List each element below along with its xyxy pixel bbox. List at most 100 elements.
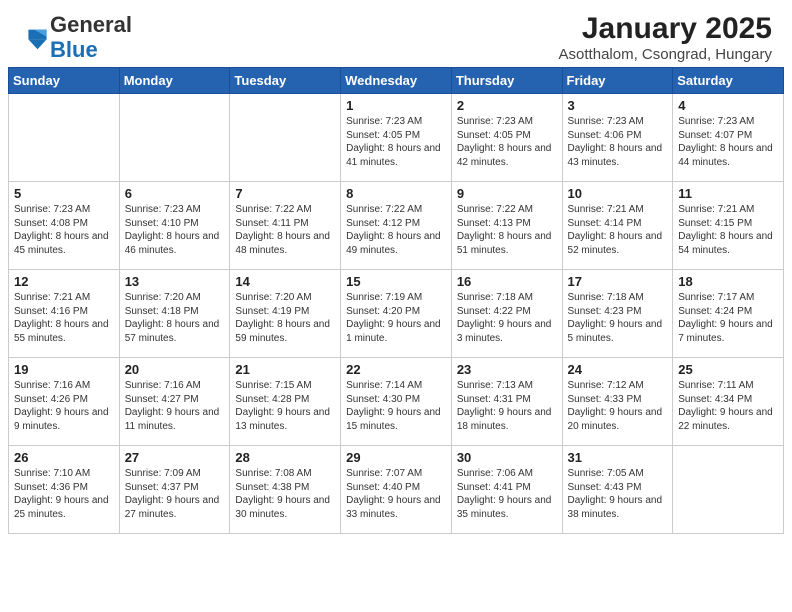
cell-info: Sunrise: 7:23 AM Sunset: 4:05 PM Dayligh… bbox=[346, 115, 446, 169]
calendar-cell: 13 Sunrise: 7:20 AM Sunset: 4:18 PM Dayli… bbox=[119, 270, 230, 358]
day-number: 7 bbox=[235, 186, 335, 201]
cell-info: Sunrise: 7:15 AM Sunset: 4:28 PM Dayligh… bbox=[235, 379, 335, 433]
cell-info: Sunrise: 7:09 AM Sunset: 4:37 PM Dayligh… bbox=[125, 467, 225, 521]
day-number: 29 bbox=[346, 450, 446, 465]
calendar-cell: 17Sunrise: 7:18 AM Sunset: 4:23 PM Dayli… bbox=[562, 270, 673, 358]
calendar-cell: 11 Sunrise: 7:21 AM Sunset: 4:15 PM Dayli… bbox=[673, 182, 784, 270]
day-number: 12 bbox=[14, 274, 114, 289]
month-title: January 2025 bbox=[559, 12, 772, 46]
calendar-cell: 24 Sunrise: 7:12 AM Sunset: 4:33 PM Dayli… bbox=[562, 358, 673, 446]
cell-info: Sunrise: 7:23 AM Sunset: 4:10 PM Dayligh… bbox=[125, 203, 225, 257]
week-row-3: 12 Sunrise: 7:21 AM Sunset: 4:16 PM Dayli… bbox=[9, 270, 784, 358]
cell-info: Sunrise: 7:11 AM Sunset: 4:34 PM Dayligh… bbox=[678, 379, 778, 433]
cell-info: Sunrise: 7:19 AM Sunset: 4:20 PM Dayligh… bbox=[346, 291, 446, 345]
week-row-5: 26Sunrise: 7:10 AM Sunset: 4:36 PM Dayli… bbox=[9, 446, 784, 534]
cell-info: Sunrise: 7:23 AM Sunset: 4:05 PM Dayligh… bbox=[457, 115, 557, 169]
calendar-cell: 20 Sunrise: 7:16 AM Sunset: 4:27 PM Dayli… bbox=[119, 358, 230, 446]
cell-info: Sunrise: 7:18 AM Sunset: 4:23 PM Dayligh… bbox=[568, 291, 668, 345]
day-number: 9 bbox=[457, 186, 557, 201]
calendar-cell: 4 Sunrise: 7:23 AM Sunset: 4:07 PM Daylig… bbox=[673, 94, 784, 182]
cell-info: Sunrise: 7:07 AM Sunset: 4:40 PM Dayligh… bbox=[346, 467, 446, 521]
day-of-week-wednesday: Wednesday bbox=[341, 68, 452, 94]
day-number: 16 bbox=[457, 274, 557, 289]
cell-info: Sunrise: 7:21 AM Sunset: 4:15 PM Dayligh… bbox=[678, 203, 778, 257]
calendar-cell: 16 Sunrise: 7:18 AM Sunset: 4:22 PM Dayli… bbox=[451, 270, 562, 358]
cell-info: Sunrise: 7:13 AM Sunset: 4:31 PM Dayligh… bbox=[457, 379, 557, 433]
day-number: 8 bbox=[346, 186, 446, 201]
day-number: 10 bbox=[568, 186, 668, 201]
location-title: Asotthalom, Csongrad, Hungary bbox=[559, 46, 772, 63]
day-number: 6 bbox=[125, 186, 225, 201]
day-number: 13 bbox=[125, 274, 225, 289]
logo-icon bbox=[20, 24, 48, 52]
calendar-cell: 14 Sunrise: 7:20 AM Sunset: 4:19 PM Dayli… bbox=[230, 270, 341, 358]
calendar-cell: 26Sunrise: 7:10 AM Sunset: 4:36 PM Dayli… bbox=[9, 446, 120, 534]
cell-info: Sunrise: 7:14 AM Sunset: 4:30 PM Dayligh… bbox=[346, 379, 446, 433]
calendar-cell: 10 Sunrise: 7:21 AM Sunset: 4:14 PM Dayli… bbox=[562, 182, 673, 270]
calendar-cell: 18 Sunrise: 7:17 AM Sunset: 4:24 PM Dayli… bbox=[673, 270, 784, 358]
calendar-cell: 25 Sunrise: 7:11 AM Sunset: 4:34 PM Dayli… bbox=[673, 358, 784, 446]
cell-info: Sunrise: 7:18 AM Sunset: 4:22 PM Dayligh… bbox=[457, 291, 557, 345]
day-of-week-tuesday: Tuesday bbox=[230, 68, 341, 94]
calendar-cell: 22 Sunrise: 7:14 AM Sunset: 4:30 PM Dayli… bbox=[341, 358, 452, 446]
calendar-cell: 23 Sunrise: 7:13 AM Sunset: 4:31 PM Dayli… bbox=[451, 358, 562, 446]
calendar-cell: 3Sunrise: 7:23 AM Sunset: 4:06 PM Daylig… bbox=[562, 94, 673, 182]
day-of-week-thursday: Thursday bbox=[451, 68, 562, 94]
day-number: 18 bbox=[678, 274, 778, 289]
cell-info: Sunrise: 7:08 AM Sunset: 4:38 PM Dayligh… bbox=[235, 467, 335, 521]
cell-info: Sunrise: 7:20 AM Sunset: 4:18 PM Dayligh… bbox=[125, 291, 225, 345]
calendar-cell: 1 Sunrise: 7:23 AM Sunset: 4:05 PM Daylig… bbox=[341, 94, 452, 182]
day-number: 30 bbox=[457, 450, 557, 465]
day-number: 31 bbox=[568, 450, 668, 465]
cell-info: Sunrise: 7:06 AM Sunset: 4:41 PM Dayligh… bbox=[457, 467, 557, 521]
week-row-2: 5 Sunrise: 7:23 AM Sunset: 4:08 PM Daylig… bbox=[9, 182, 784, 270]
cell-info: Sunrise: 7:21 AM Sunset: 4:16 PM Dayligh… bbox=[14, 291, 114, 345]
calendar-cell: 19Sunrise: 7:16 AM Sunset: 4:26 PM Dayli… bbox=[9, 358, 120, 446]
cell-info: Sunrise: 7:10 AM Sunset: 4:36 PM Dayligh… bbox=[14, 467, 114, 521]
day-number: 25 bbox=[678, 362, 778, 377]
day-number: 4 bbox=[678, 98, 778, 113]
calendar-cell: 5 Sunrise: 7:23 AM Sunset: 4:08 PM Daylig… bbox=[9, 182, 120, 270]
calendar-cell: 21 Sunrise: 7:15 AM Sunset: 4:28 PM Dayli… bbox=[230, 358, 341, 446]
cell-info: Sunrise: 7:21 AM Sunset: 4:14 PM Dayligh… bbox=[568, 203, 668, 257]
cell-info: Sunrise: 7:12 AM Sunset: 4:33 PM Dayligh… bbox=[568, 379, 668, 433]
day-of-week-sunday: Sunday bbox=[9, 68, 120, 94]
day-number: 5 bbox=[14, 186, 114, 201]
day-number: 15 bbox=[346, 274, 446, 289]
days-header-row: SundayMondayTuesdayWednesdayThursdayFrid… bbox=[9, 68, 784, 94]
calendar-cell: 31 Sunrise: 7:05 AM Sunset: 4:43 PM Dayli… bbox=[562, 446, 673, 534]
day-number: 11 bbox=[678, 186, 778, 201]
day-number: 14 bbox=[235, 274, 335, 289]
day-number: 22 bbox=[346, 362, 446, 377]
day-number: 24 bbox=[568, 362, 668, 377]
cell-info: Sunrise: 7:23 AM Sunset: 4:06 PM Dayligh… bbox=[568, 115, 668, 169]
calendar-cell: 27Sunrise: 7:09 AM Sunset: 4:37 PM Dayli… bbox=[119, 446, 230, 534]
day-number: 23 bbox=[457, 362, 557, 377]
day-number: 21 bbox=[235, 362, 335, 377]
calendar-cell: 28 Sunrise: 7:08 AM Sunset: 4:38 PM Dayli… bbox=[230, 446, 341, 534]
cell-info: Sunrise: 7:16 AM Sunset: 4:27 PM Dayligh… bbox=[125, 379, 225, 433]
calendar-cell bbox=[230, 94, 341, 182]
day-number: 28 bbox=[235, 450, 335, 465]
week-row-1: 1 Sunrise: 7:23 AM Sunset: 4:05 PM Daylig… bbox=[9, 94, 784, 182]
calendar-cell: 7 Sunrise: 7:22 AM Sunset: 4:11 PM Daylig… bbox=[230, 182, 341, 270]
cell-info: Sunrise: 7:23 AM Sunset: 4:07 PM Dayligh… bbox=[678, 115, 778, 169]
cell-info: Sunrise: 7:22 AM Sunset: 4:13 PM Dayligh… bbox=[457, 203, 557, 257]
cell-info: Sunrise: 7:23 AM Sunset: 4:08 PM Dayligh… bbox=[14, 203, 114, 257]
title-block: January 2025 Asotthalom, Csongrad, Hunga… bbox=[559, 12, 772, 63]
cell-info: Sunrise: 7:17 AM Sunset: 4:24 PM Dayligh… bbox=[678, 291, 778, 345]
logo: General Blue bbox=[20, 13, 132, 61]
day-number: 2 bbox=[457, 98, 557, 113]
day-number: 20 bbox=[125, 362, 225, 377]
day-of-week-monday: Monday bbox=[119, 68, 230, 94]
cell-info: Sunrise: 7:22 AM Sunset: 4:11 PM Dayligh… bbox=[235, 203, 335, 257]
calendar-cell: 29 Sunrise: 7:07 AM Sunset: 4:40 PM Dayli… bbox=[341, 446, 452, 534]
day-number: 1 bbox=[346, 98, 446, 113]
calendar-table: SundayMondayTuesdayWednesdayThursdayFrid… bbox=[8, 67, 784, 534]
calendar-cell: 9 Sunrise: 7:22 AM Sunset: 4:13 PM Daylig… bbox=[451, 182, 562, 270]
cell-info: Sunrise: 7:05 AM Sunset: 4:43 PM Dayligh… bbox=[568, 467, 668, 521]
logo-general-text: General bbox=[50, 12, 132, 37]
calendar-cell: 2 Sunrise: 7:23 AM Sunset: 4:05 PM Daylig… bbox=[451, 94, 562, 182]
page-header: General Blue January 2025 Asotthalom, Cs… bbox=[0, 0, 792, 67]
cell-info: Sunrise: 7:20 AM Sunset: 4:19 PM Dayligh… bbox=[235, 291, 335, 345]
